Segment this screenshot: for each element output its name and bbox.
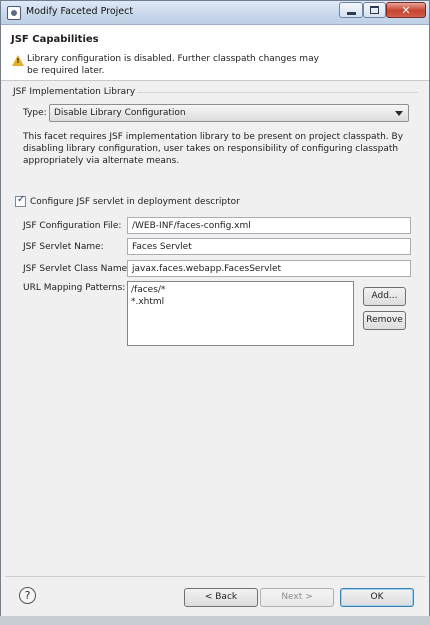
description-line2: disabling library configuration, user ta… bbox=[23, 144, 399, 154]
remove-pattern-button[interactable]: Remove bbox=[363, 311, 406, 330]
configure-servlet-checkbox[interactable]: ✓ bbox=[15, 194, 26, 207]
servlet-name-value: Faces Servlet bbox=[132, 242, 192, 252]
servlet-class-input[interactable]: javax.faces.webapp.FacesServlet bbox=[127, 260, 411, 277]
app-icon bbox=[7, 6, 21, 20]
page-header: JSF Capabilities ! Library configuration… bbox=[1, 25, 429, 81]
library-group-label: JSF Implementation Library bbox=[11, 87, 138, 97]
header-message: Library configuration is disabled. Furth… bbox=[27, 53, 327, 77]
servlet-class-label: JSF Servlet Class Name: bbox=[23, 264, 131, 274]
type-label: Type: bbox=[23, 108, 47, 118]
close-icon: ✕ bbox=[401, 3, 411, 17]
background-strip bbox=[0, 616, 430, 625]
close-button[interactable]: ✕ bbox=[386, 2, 426, 18]
ok-button[interactable]: OK bbox=[340, 588, 414, 607]
servlet-class-value: javax.faces.webapp.FacesServlet bbox=[132, 264, 282, 274]
library-description: This facet requires JSF implementation l… bbox=[23, 131, 415, 167]
back-button[interactable]: < Back bbox=[184, 588, 258, 607]
window-title: Modify Faceted Project bbox=[26, 6, 134, 17]
footer-separator bbox=[5, 576, 425, 577]
add-pattern-button[interactable]: Add... bbox=[363, 287, 406, 306]
config-file-label: JSF Configuration File: bbox=[23, 221, 122, 231]
warning-exclamation-icon: ! bbox=[16, 57, 20, 65]
header-message-line1: Library configuration is disabled. Furth… bbox=[27, 54, 319, 64]
description-line3: appropriately via alternate means. bbox=[23, 156, 180, 166]
library-type-value: Disable Library Configuration bbox=[54, 108, 186, 118]
header-message-line2: be required later. bbox=[27, 66, 105, 76]
url-mapping-label: URL Mapping Patterns: bbox=[23, 283, 126, 293]
page-title: JSF Capabilities bbox=[11, 34, 99, 45]
minimize-icon bbox=[346, 11, 356, 15]
title-bar[interactable]: Modify Faceted Project ✕ bbox=[1, 1, 429, 25]
config-file-value: /WEB-INF/faces-config.xml bbox=[132, 221, 251, 231]
list-item[interactable]: /faces/* bbox=[131, 285, 165, 295]
servlet-name-label: JSF Servlet Name: bbox=[23, 242, 104, 252]
help-question-icon[interactable]: ? bbox=[19, 587, 36, 604]
url-patterns-list[interactable]: /faces/* *.xhtml bbox=[127, 281, 354, 346]
servlet-name-input[interactable]: Faces Servlet bbox=[127, 238, 411, 255]
chevron-down-icon bbox=[395, 111, 403, 116]
next-button[interactable]: Next > bbox=[260, 588, 334, 607]
maximize-button[interactable] bbox=[363, 2, 386, 18]
description-line1: This facet requires JSF implementation l… bbox=[23, 132, 404, 142]
minimize-button[interactable] bbox=[339, 2, 363, 18]
dialog-window: Modify Faceted Project ✕ JSF Capabilitie… bbox=[0, 0, 430, 625]
config-file-input[interactable]: /WEB-INF/faces-config.xml bbox=[127, 217, 411, 234]
configure-servlet-label[interactable]: Configure JSF servlet in deployment desc… bbox=[30, 197, 240, 207]
checkmark-icon: ✓ bbox=[17, 194, 26, 205]
maximize-icon bbox=[370, 6, 379, 14]
list-item[interactable]: *.xhtml bbox=[131, 297, 164, 307]
library-type-select[interactable]: Disable Library Configuration bbox=[49, 104, 409, 122]
